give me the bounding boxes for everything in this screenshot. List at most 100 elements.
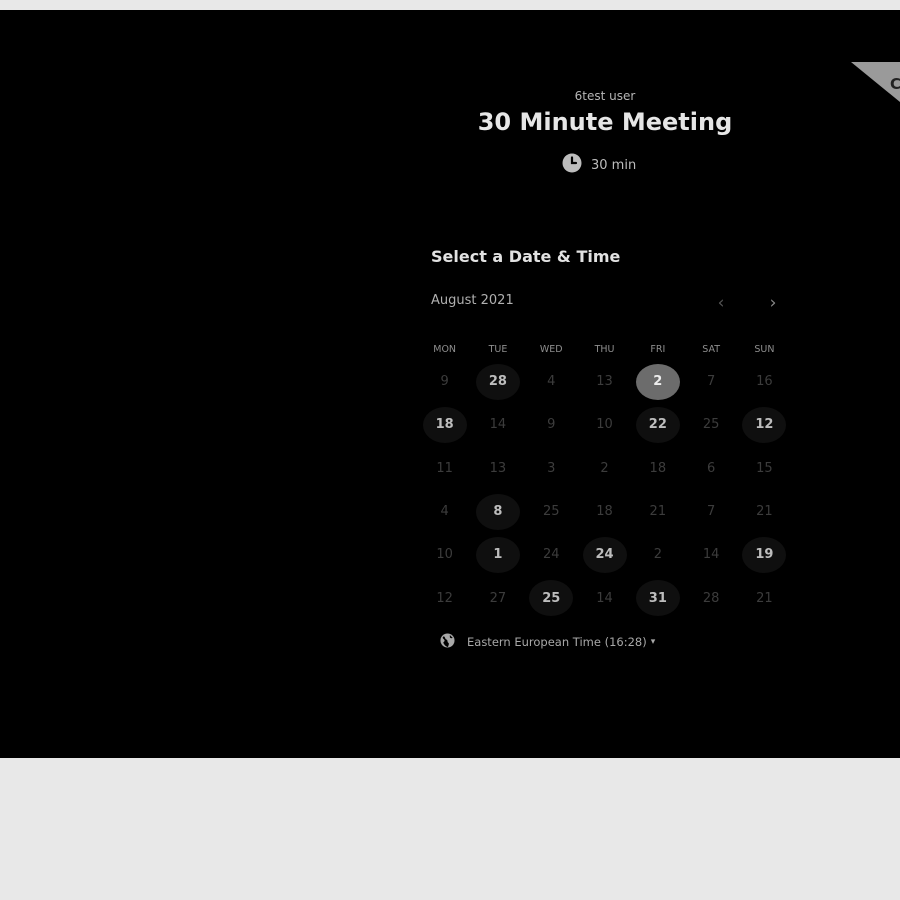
duration-label: 30 min (591, 157, 637, 173)
unavailable-day: 18 (649, 460, 667, 476)
day-cell: 24 (525, 533, 578, 576)
available-day-button[interactable]: 31 (635, 580, 680, 617)
day-cell: 25 (525, 576, 578, 619)
event-title: 30 Minute Meeting (477, 108, 733, 136)
weekday-header: SAT (702, 344, 721, 355)
calendar-grid: MON TUE WED THU FRI SAT SUN 9 28 4 13 2 7 16 18 14 9 10 22… (418, 340, 791, 620)
day-cell: 7 (684, 490, 737, 533)
day-cell: 19 (738, 533, 791, 576)
unavailable-day: 6 (706, 460, 716, 476)
unavailable-day: 4 (547, 374, 556, 390)
available-day-button[interactable]: 1 (475, 536, 520, 573)
booking-page: C 6test user 30 Minute Meeting 30 min Se… (0, 10, 900, 758)
unavailable-day: 11 (436, 460, 453, 476)
available-day-button[interactable]: 25 (529, 580, 574, 617)
section-title: Select a Date & Time (431, 247, 621, 266)
unavailable-day: 18 (596, 504, 613, 520)
next-month-button[interactable]: › (760, 291, 786, 315)
weekday-header: FRI (650, 344, 666, 355)
unavailable-day: 9 (440, 374, 449, 390)
day-cell: 27 (471, 576, 524, 619)
day-cell: 2 (631, 360, 684, 403)
day-cell: 12 (418, 576, 471, 619)
unavailable-day: 10 (596, 417, 613, 433)
available-day-button[interactable]: 19 (742, 536, 787, 573)
chevron-left-icon: ‹ (717, 293, 725, 313)
unavailable-day: 25 (702, 417, 720, 433)
timezone-selector[interactable]: Eastern European Time (16:28) ▾ (440, 633, 655, 651)
day-cell: 25 (684, 403, 737, 446)
unavailable-day: 21 (649, 504, 667, 520)
day-cell: 2 (578, 447, 631, 490)
day-cell: 10 (418, 533, 471, 576)
unavailable-day: 10 (436, 547, 453, 563)
available-day-button[interactable]: 22 (635, 406, 680, 443)
day-cell: 1 (471, 533, 524, 576)
day-cell: 24 (578, 533, 631, 576)
day-cell: 13 (471, 447, 524, 490)
unavailable-day: 14 (596, 590, 613, 606)
day-cell: 31 (631, 576, 684, 619)
globe-icon (440, 633, 455, 651)
day-cell: 21 (738, 490, 791, 533)
day-cell: 11 (418, 447, 471, 490)
available-day-button[interactable]: 8 (475, 493, 520, 530)
unavailable-day: 16 (756, 374, 773, 390)
weekday-header: THU (594, 344, 615, 355)
day-cell: 16 (738, 360, 791, 403)
day-cell: 28 (684, 576, 737, 619)
unavailable-day: 28 (702, 590, 720, 606)
unavailable-day: 21 (756, 590, 773, 606)
day-cell: 9 (525, 403, 578, 446)
clock-icon (562, 153, 582, 177)
day-cell: 13 (578, 360, 631, 403)
day-cell: 18 (418, 403, 471, 446)
unavailable-day: 7 (706, 374, 716, 390)
day-cell: 21 (631, 490, 684, 533)
day-cell: 28 (471, 360, 524, 403)
day-cell: 14 (684, 533, 737, 576)
unavailable-day: 13 (489, 460, 507, 476)
organizer-name: 6test user (574, 89, 636, 103)
day-cell: 3 (525, 447, 578, 490)
selected-day-button[interactable]: 2 (635, 363, 680, 400)
day-cell: 4 (418, 490, 471, 533)
unavailable-day: 13 (596, 374, 613, 390)
day-cell: 6 (684, 447, 737, 490)
day-cell: 21 (738, 576, 791, 619)
chevron-right-icon: › (769, 293, 777, 313)
available-day-button[interactable]: 12 (742, 406, 787, 443)
day-cell: 10 (578, 403, 631, 446)
day-cell: 14 (578, 576, 631, 619)
day-cell: 9 (418, 360, 471, 403)
event-duration: 30 min (562, 153, 636, 177)
unavailable-day: 14 (489, 417, 507, 433)
corner-ribbon-text[interactable]: C (890, 75, 900, 93)
unavailable-day: 12 (436, 590, 453, 606)
day-cell: 8 (471, 490, 524, 533)
unavailable-day: 3 (547, 460, 556, 476)
weekday-header: TUE (488, 344, 508, 355)
day-cell: 12 (738, 403, 791, 446)
unavailable-day: 2 (600, 460, 609, 476)
timezone-label: Eastern European Time (16:28) (467, 635, 647, 649)
unavailable-day: 9 (547, 417, 556, 433)
unavailable-day: 15 (756, 460, 773, 476)
available-day-button[interactable]: 24 (582, 536, 627, 573)
unavailable-day: 7 (706, 504, 716, 520)
weekday-header: WED (539, 344, 563, 355)
unavailable-day: 27 (489, 590, 507, 606)
caret-down-icon: ▾ (650, 637, 656, 647)
day-cell: 18 (578, 490, 631, 533)
month-label: August 2021 (431, 293, 514, 308)
unavailable-day: 2 (653, 547, 662, 563)
previous-month-button[interactable]: ‹ (708, 291, 734, 315)
day-cell: 18 (631, 447, 684, 490)
day-cell: 15 (738, 447, 791, 490)
weekday-header: MON (433, 344, 457, 355)
day-cell: 4 (525, 360, 578, 403)
day-cell: 2 (631, 533, 684, 576)
available-day-button[interactable]: 18 (422, 406, 467, 443)
available-day-button[interactable]: 28 (475, 363, 520, 400)
day-cell: 7 (684, 360, 737, 403)
